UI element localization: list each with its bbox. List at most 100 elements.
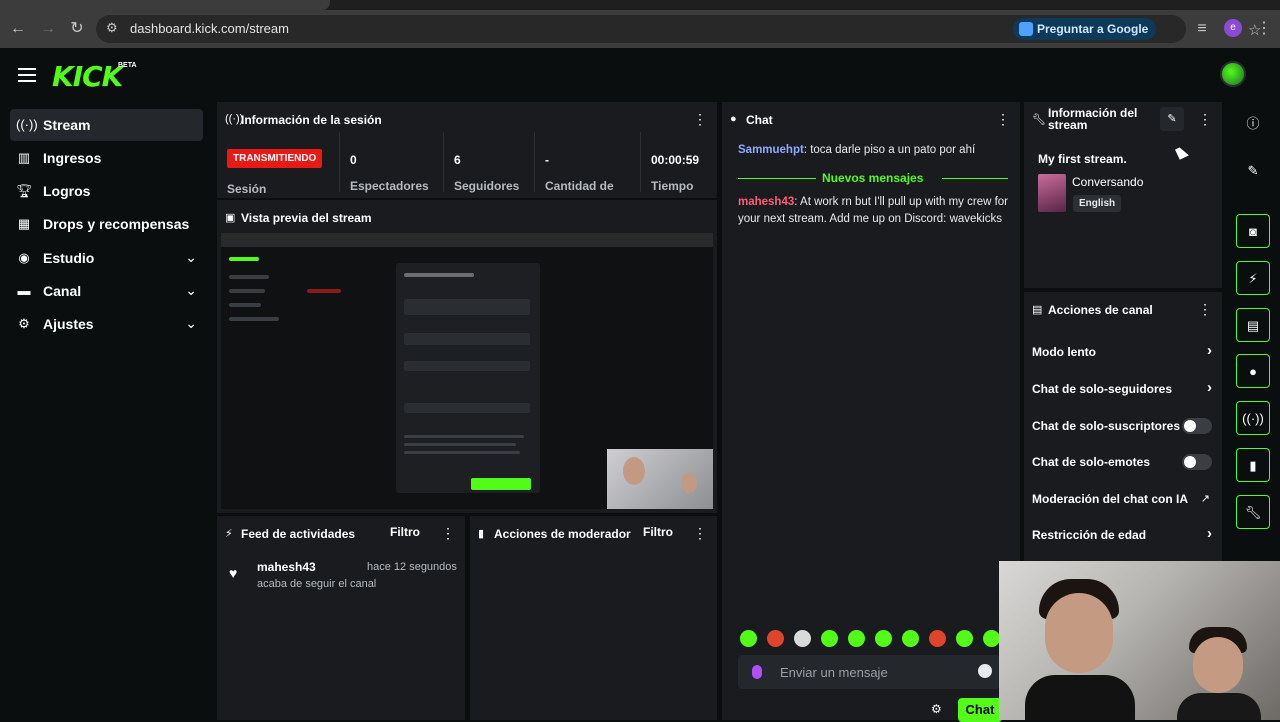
preview-modal-text [404,435,524,438]
subscribers-only-toggle[interactable] [1182,418,1212,434]
chat-username[interactable]: mahesh43 [738,196,794,208]
media-controls-icon[interactable]: ≡ [1192,19,1212,39]
microphone-icon[interactable] [752,665,762,679]
more-options-icon[interactable]: ⋮ [693,112,707,126]
lightning-icon[interactable]: ⚡︎ [1236,261,1270,295]
action-label: Modo lento [1032,345,1096,359]
emote-icon[interactable] [740,630,757,647]
chat-panel: ● Chat ⋮ Sammuehpt: toca darle piso a un… [722,102,1020,722]
edit-pencil-icon[interactable]: ✎ [1236,154,1270,188]
gear-icon: ⚙ [18,316,30,331]
forward-icon[interactable]: → [38,19,58,39]
list-item: ♥ mahesh43 hace 12 segundos acaba de seg… [217,530,465,590]
address-bar[interactable]: ⚙ dashboard.kick.com/stream Preguntar a … [96,15,1261,43]
preview-save-button [471,478,531,490]
active-tab[interactable] [0,0,330,10]
chat-message-input[interactable]: Enviar un mensaje [738,655,1000,689]
reload-icon[interactable]: ↻ [67,19,87,39]
mod-actions-icon[interactable]: ▮ [1236,448,1270,482]
more-options-icon[interactable]: ⋮ [1198,302,1212,316]
emote-icon[interactable] [821,630,838,647]
user-avatar[interactable] [1220,61,1246,87]
preview-nav-line [229,289,265,293]
more-options-icon[interactable]: ⋮ [1198,112,1212,126]
emote-icon[interactable] [875,630,892,647]
channel-actions-panel: ▤ Acciones de canal ⋮ Modo lento › Chat … [1024,292,1222,562]
site-info-icon[interactable]: ⚙ [106,20,118,36]
gear-icon[interactable]: ⚙ [931,702,942,716]
ai-moderation-row[interactable]: Moderación del chat con IA ↗ [1032,489,1212,509]
browser-menu-icon[interactable]: ⋮ [1254,19,1274,39]
panel-title: Acciones de moderador [494,527,631,541]
chat-text: toca darle piso a un pato por ahí [810,144,976,156]
stream-preview-panel: ▣ Vista previa del stream [217,200,717,513]
new-messages-divider[interactable]: Nuevos mensajes [738,171,1008,185]
sidebar-item-estudio[interactable]: ◉ Estudio ⌄ [10,242,203,274]
back-icon[interactable]: ← [8,19,28,39]
stat-followers: 6 Seguidores [443,132,534,193]
more-options-icon[interactable]: ⋮ [693,526,707,540]
new-messages-label: Nuevos mensajes [822,171,924,185]
stream-preview-video[interactable] [221,233,713,509]
browser-profile-avatar[interactable]: e [1224,19,1242,37]
sidebar-item-ingresos[interactable]: ▥ Ingresos [10,142,203,174]
stat-label: Tiempo [651,179,694,193]
emote-icon[interactable] [902,630,919,647]
browser-toolbar: ← → ↻ ⚙ dashboard.kick.com/stream Pregun… [0,10,1280,48]
stat-viewers: 0 Espectadores [339,132,442,193]
sidebar-item-logros[interactable]: 🏆︎ Logros [10,175,203,207]
preview-nav-line [229,317,279,321]
wrench-icon[interactable]: 🔧︎ [1236,495,1270,529]
preview-face [681,473,697,493]
preview-logo [229,257,259,261]
broadcast-icon[interactable]: ((·)) [1236,401,1270,435]
emote-icon[interactable] [767,630,784,647]
follower-name[interactable]: mahesh43 [257,560,316,574]
preview-modal-input [404,403,530,413]
camera-icon[interactable]: ◙ [1236,214,1270,248]
emote-icon[interactable] [794,630,811,647]
channel-icon: ▬ [17,283,31,298]
sidebar-item-canal[interactable]: ▬ Canal ⌄ [10,275,203,307]
preview-modal-text [404,443,516,446]
stat-value: 6 [454,153,461,167]
activity-feed-panel: ⚡︎ Feed de actividades Filtro ⋮ ♥ mahesh… [217,516,465,720]
sidebar-item-label: Canal [43,283,82,299]
emoji-icon[interactable] [978,664,992,678]
sidebar-item-drops[interactable]: ▦ Drops y recompensas [10,208,203,240]
feed-timestamp: hace 12 segundos [367,561,457,573]
stream-category[interactable]: Conversando [1072,175,1143,189]
external-link-icon: ↗ [1200,493,1210,505]
followers-only-row[interactable]: Chat de solo-seguidores › [1032,379,1212,399]
ask-google-button[interactable]: Preguntar a Google [1013,18,1157,40]
chat-message: Sammuehpt: toca darle piso a un pato por… [738,144,976,156]
kick-logo[interactable]: KICK [52,60,123,93]
mod-actions-panel: ▮ Acciones de moderador Filtro ⋮ [470,516,717,720]
subscribers-only-row: Chat de solo-suscriptores [1032,416,1212,436]
emote-icon[interactable] [956,630,973,647]
emote-icon[interactable] [983,630,1000,647]
panel-title: Chat [746,113,773,127]
age-restriction-row[interactable]: Restricción de edad › [1032,525,1212,545]
info-icon[interactable]: ⓘ [1236,107,1270,141]
sidebar-item-label: Logros [43,183,91,199]
hamburger-menu-icon[interactable] [18,68,36,82]
url-text[interactable]: dashboard.kick.com/stream [130,21,289,36]
emotes-only-toggle[interactable] [1182,454,1212,470]
sidebar-item-stream[interactable]: ((·)) Stream [10,109,203,141]
category-thumbnail[interactable] [1038,174,1066,212]
more-options-icon[interactable]: ⋮ [996,112,1010,126]
slow-mode-row[interactable]: Modo lento › [1032,342,1212,362]
chat-bubble-icon[interactable]: ● [1236,354,1270,388]
mod-filter-button[interactable]: Filtro [643,525,673,539]
edit-pencil-icon[interactable]: ✎ [1160,107,1184,131]
chat-send-button[interactable]: Chat [958,698,1002,722]
stream-title: My first stream. [1038,152,1127,166]
emote-icon[interactable] [929,630,946,647]
preview-edit-modal [396,263,540,493]
sidebar-item-ajustes[interactable]: ⚙ Ajustes ⌄ [10,308,203,340]
emote-icon[interactable] [848,630,865,647]
document-icon[interactable]: ▤ [1236,308,1270,342]
sidebar: ((·)) Stream ▥ Ingresos 🏆︎ Logros ▦ Drop… [0,100,215,720]
chat-username[interactable]: Sammuehpt [738,144,804,156]
